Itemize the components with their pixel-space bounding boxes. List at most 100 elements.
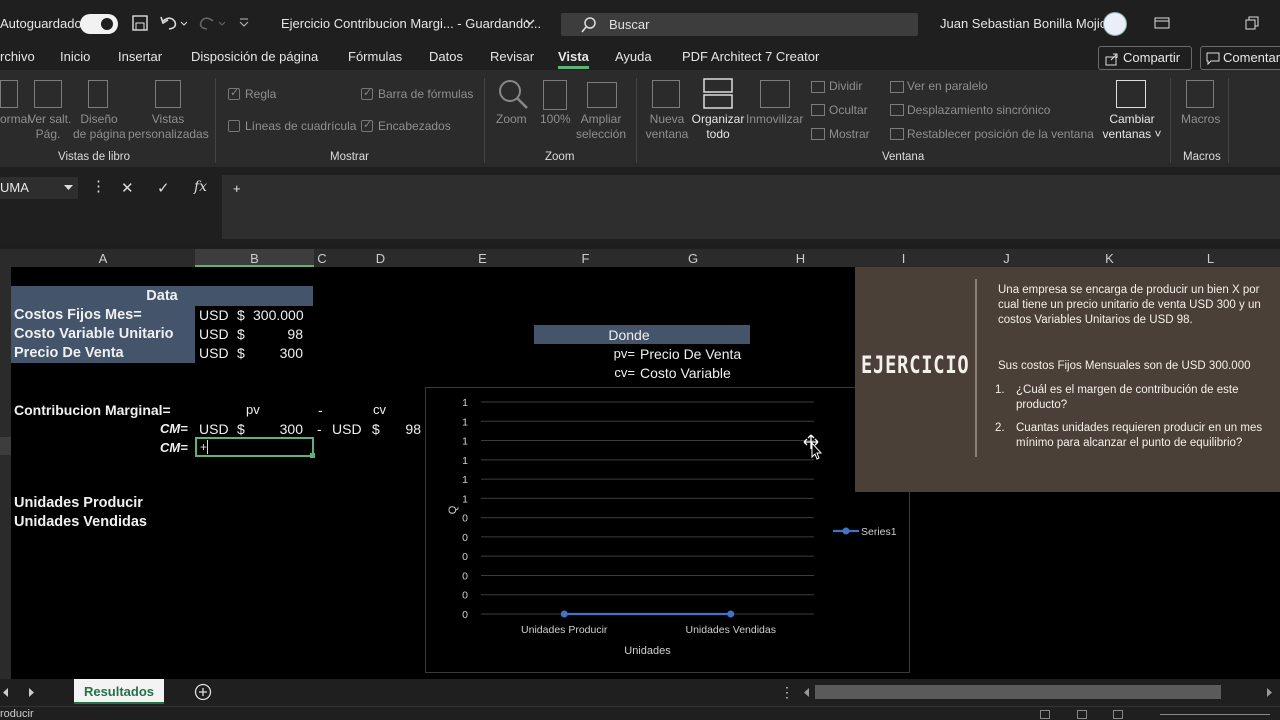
sync-scroll-icon[interactable] [890, 104, 904, 116]
formula-input[interactable]: + [222, 175, 1280, 239]
col-header-j[interactable]: J [955, 251, 1058, 266]
cancel-icon[interactable]: ✕ [121, 179, 134, 197]
freeze-panes-label[interactable]: Inmovilizar [746, 112, 803, 127]
unhide-label[interactable]: Mostrar [829, 127, 870, 142]
menu-archivo[interactable]: rchivo [0, 49, 35, 64]
side-by-side-label[interactable]: Ver en paralelo [907, 79, 988, 94]
currency-usd[interactable]: USD [199, 345, 229, 361]
page-break-view-icon[interactable] [1113, 710, 1123, 719]
lineas-cuadricula-checkbox[interactable] [228, 120, 240, 132]
split-icon[interactable] [811, 81, 825, 93]
macros-icon[interactable] [1186, 80, 1214, 108]
ribbon-display-icon[interactable] [1154, 17, 1170, 29]
barra-formulas-checkbox[interactable] [361, 86, 373, 100]
side-by-side-icon[interactable] [890, 81, 904, 93]
add-sheet-icon[interactable] [194, 683, 212, 701]
save-icon[interactable] [131, 14, 149, 32]
menu-vista[interactable]: Vista [558, 49, 589, 69]
precio-venta-value[interactable]: 300 [253, 345, 303, 361]
chart-container[interactable]: 0 0 0 0 0 0 1 1 1 1 1 1 Q Unidades Producir Unidades V… [425, 387, 910, 673]
menu-revisar[interactable]: Revisar [490, 49, 534, 64]
col-header-e[interactable]: E [431, 251, 534, 266]
hide-icon[interactable] [811, 104, 825, 116]
col-header-a[interactable]: A [11, 251, 195, 266]
custom-views-label[interactable]: Vistas personalizadas [128, 112, 209, 142]
freeze-panes-icon[interactable] [760, 80, 790, 108]
user-name[interactable]: Juan Sebastian Bonilla Mojica [940, 16, 1113, 31]
more-sheets-icon[interactable]: ⋮ [780, 684, 794, 701]
comment-button[interactable]: Comentar [1200, 46, 1280, 70]
col-header-l[interactable]: L [1161, 251, 1260, 266]
share-button[interactable]: Compartir [1098, 46, 1192, 70]
new-window-label[interactable]: Nueva ventana [645, 112, 689, 142]
chevron-down-icon[interactable] [525, 19, 535, 27]
sync-scroll-label[interactable]: Desplazamiento sincrónico [907, 103, 1050, 118]
col-header-k[interactable]: K [1058, 251, 1161, 266]
name-box[interactable]: UMA [0, 177, 78, 199]
page-layout-label[interactable]: Diseño de página [73, 112, 126, 142]
menu-inicio[interactable]: Inicio [60, 49, 90, 64]
arrange-all-label[interactable]: Organizar todo [690, 112, 746, 142]
new-window-icon[interactable] [652, 80, 680, 108]
zoom-100-label[interactable]: 100% [540, 112, 571, 127]
reset-position-label[interactable]: Restablecer posición de la ventana [907, 127, 1094, 142]
cm-pv-value[interactable]: 300 [253, 421, 303, 437]
currency-usd[interactable]: USD [199, 307, 229, 323]
arrange-all-icon[interactable] [703, 78, 733, 110]
menu-insertar[interactable]: Insertar [118, 49, 162, 64]
page-layout-view-icon[interactable] [1077, 710, 1087, 719]
normal-view-icon[interactable] [1040, 710, 1050, 719]
col-header-f[interactable]: F [534, 251, 637, 266]
zoom-slider[interactable] [1160, 714, 1270, 715]
menu-disposicion[interactable]: Disposición de página [191, 49, 318, 64]
macros-label[interactable]: Macros [1181, 112, 1220, 127]
exercise-shape[interactable]: EJERCICIO Una empresa se encarga de prod… [855, 267, 1280, 492]
scroll-right-icon[interactable] [27, 688, 35, 697]
insert-function-icon[interactable]: fx [194, 179, 207, 195]
active-cell-b[interactable]: + [195, 437, 315, 458]
menu-formulas[interactable]: Fórmulas [348, 49, 402, 64]
scroll-left-icon[interactable] [2, 688, 10, 697]
hscroll-left-icon[interactable] [803, 688, 811, 697]
zoom-label[interactable]: Zoom [496, 112, 527, 127]
col-header-h[interactable]: H [749, 251, 852, 266]
customize-toolbar-icon[interactable] [238, 16, 250, 28]
menu-datos[interactable]: Datos [429, 49, 463, 64]
fill-handle[interactable] [310, 453, 315, 458]
zoom-selection-label[interactable]: Ampliar selección [574, 112, 628, 142]
split-label[interactable]: Dividir [829, 79, 862, 94]
zoom-icon[interactable] [497, 78, 529, 110]
col-header-d[interactable]: D [330, 251, 431, 266]
col-header-g[interactable]: G [637, 251, 749, 266]
custom-views-icon[interactable] [155, 80, 181, 108]
currency-usd[interactable]: USD [199, 326, 229, 342]
menu-pdf-architect[interactable]: PDF Architect 7 Creator [682, 49, 819, 64]
zoom-selection-icon[interactable] [587, 82, 617, 108]
switch-windows-icon[interactable] [1116, 80, 1146, 108]
restore-window-icon[interactable] [1245, 16, 1259, 30]
switch-windows-label[interactable]: Cambiar ventanas ˅ [1100, 112, 1164, 142]
page-layout-icon[interactable] [88, 80, 108, 108]
autosave-toggle[interactable] [80, 14, 118, 34]
cm-cv-value[interactable]: 98 [385, 421, 421, 437]
col-header-c[interactable]: C [314, 251, 330, 266]
costo-variable-value[interactable]: 98 [253, 326, 303, 342]
col-header-i[interactable]: I [852, 251, 955, 266]
hide-label[interactable]: Ocultar [829, 103, 868, 118]
enter-icon[interactable]: ✓ [157, 179, 170, 197]
document-title[interactable]: Ejercicio Contribucion Margi... - Guarda… [281, 16, 541, 31]
search-box[interactable]: Buscar [561, 13, 918, 36]
page-break-label[interactable]: Ver salt. Pág. [28, 112, 71, 142]
normal-view-label[interactable]: ormal [0, 112, 30, 127]
sheet-tab-resultados[interactable]: Resultados [74, 679, 164, 704]
hscroll-right-icon[interactable] [1265, 688, 1273, 697]
zoom-100-icon[interactable] [543, 80, 567, 110]
encabezados-checkbox[interactable] [361, 118, 373, 132]
horizontal-scrollbar[interactable] [815, 685, 1221, 699]
page-break-icon[interactable] [34, 80, 62, 108]
undo-icon[interactable] [159, 14, 187, 32]
redo-icon[interactable] [197, 14, 225, 32]
regla-checkbox[interactable] [228, 86, 240, 100]
unhide-icon[interactable] [811, 128, 825, 140]
currency-usd[interactable]: USD [332, 421, 362, 437]
